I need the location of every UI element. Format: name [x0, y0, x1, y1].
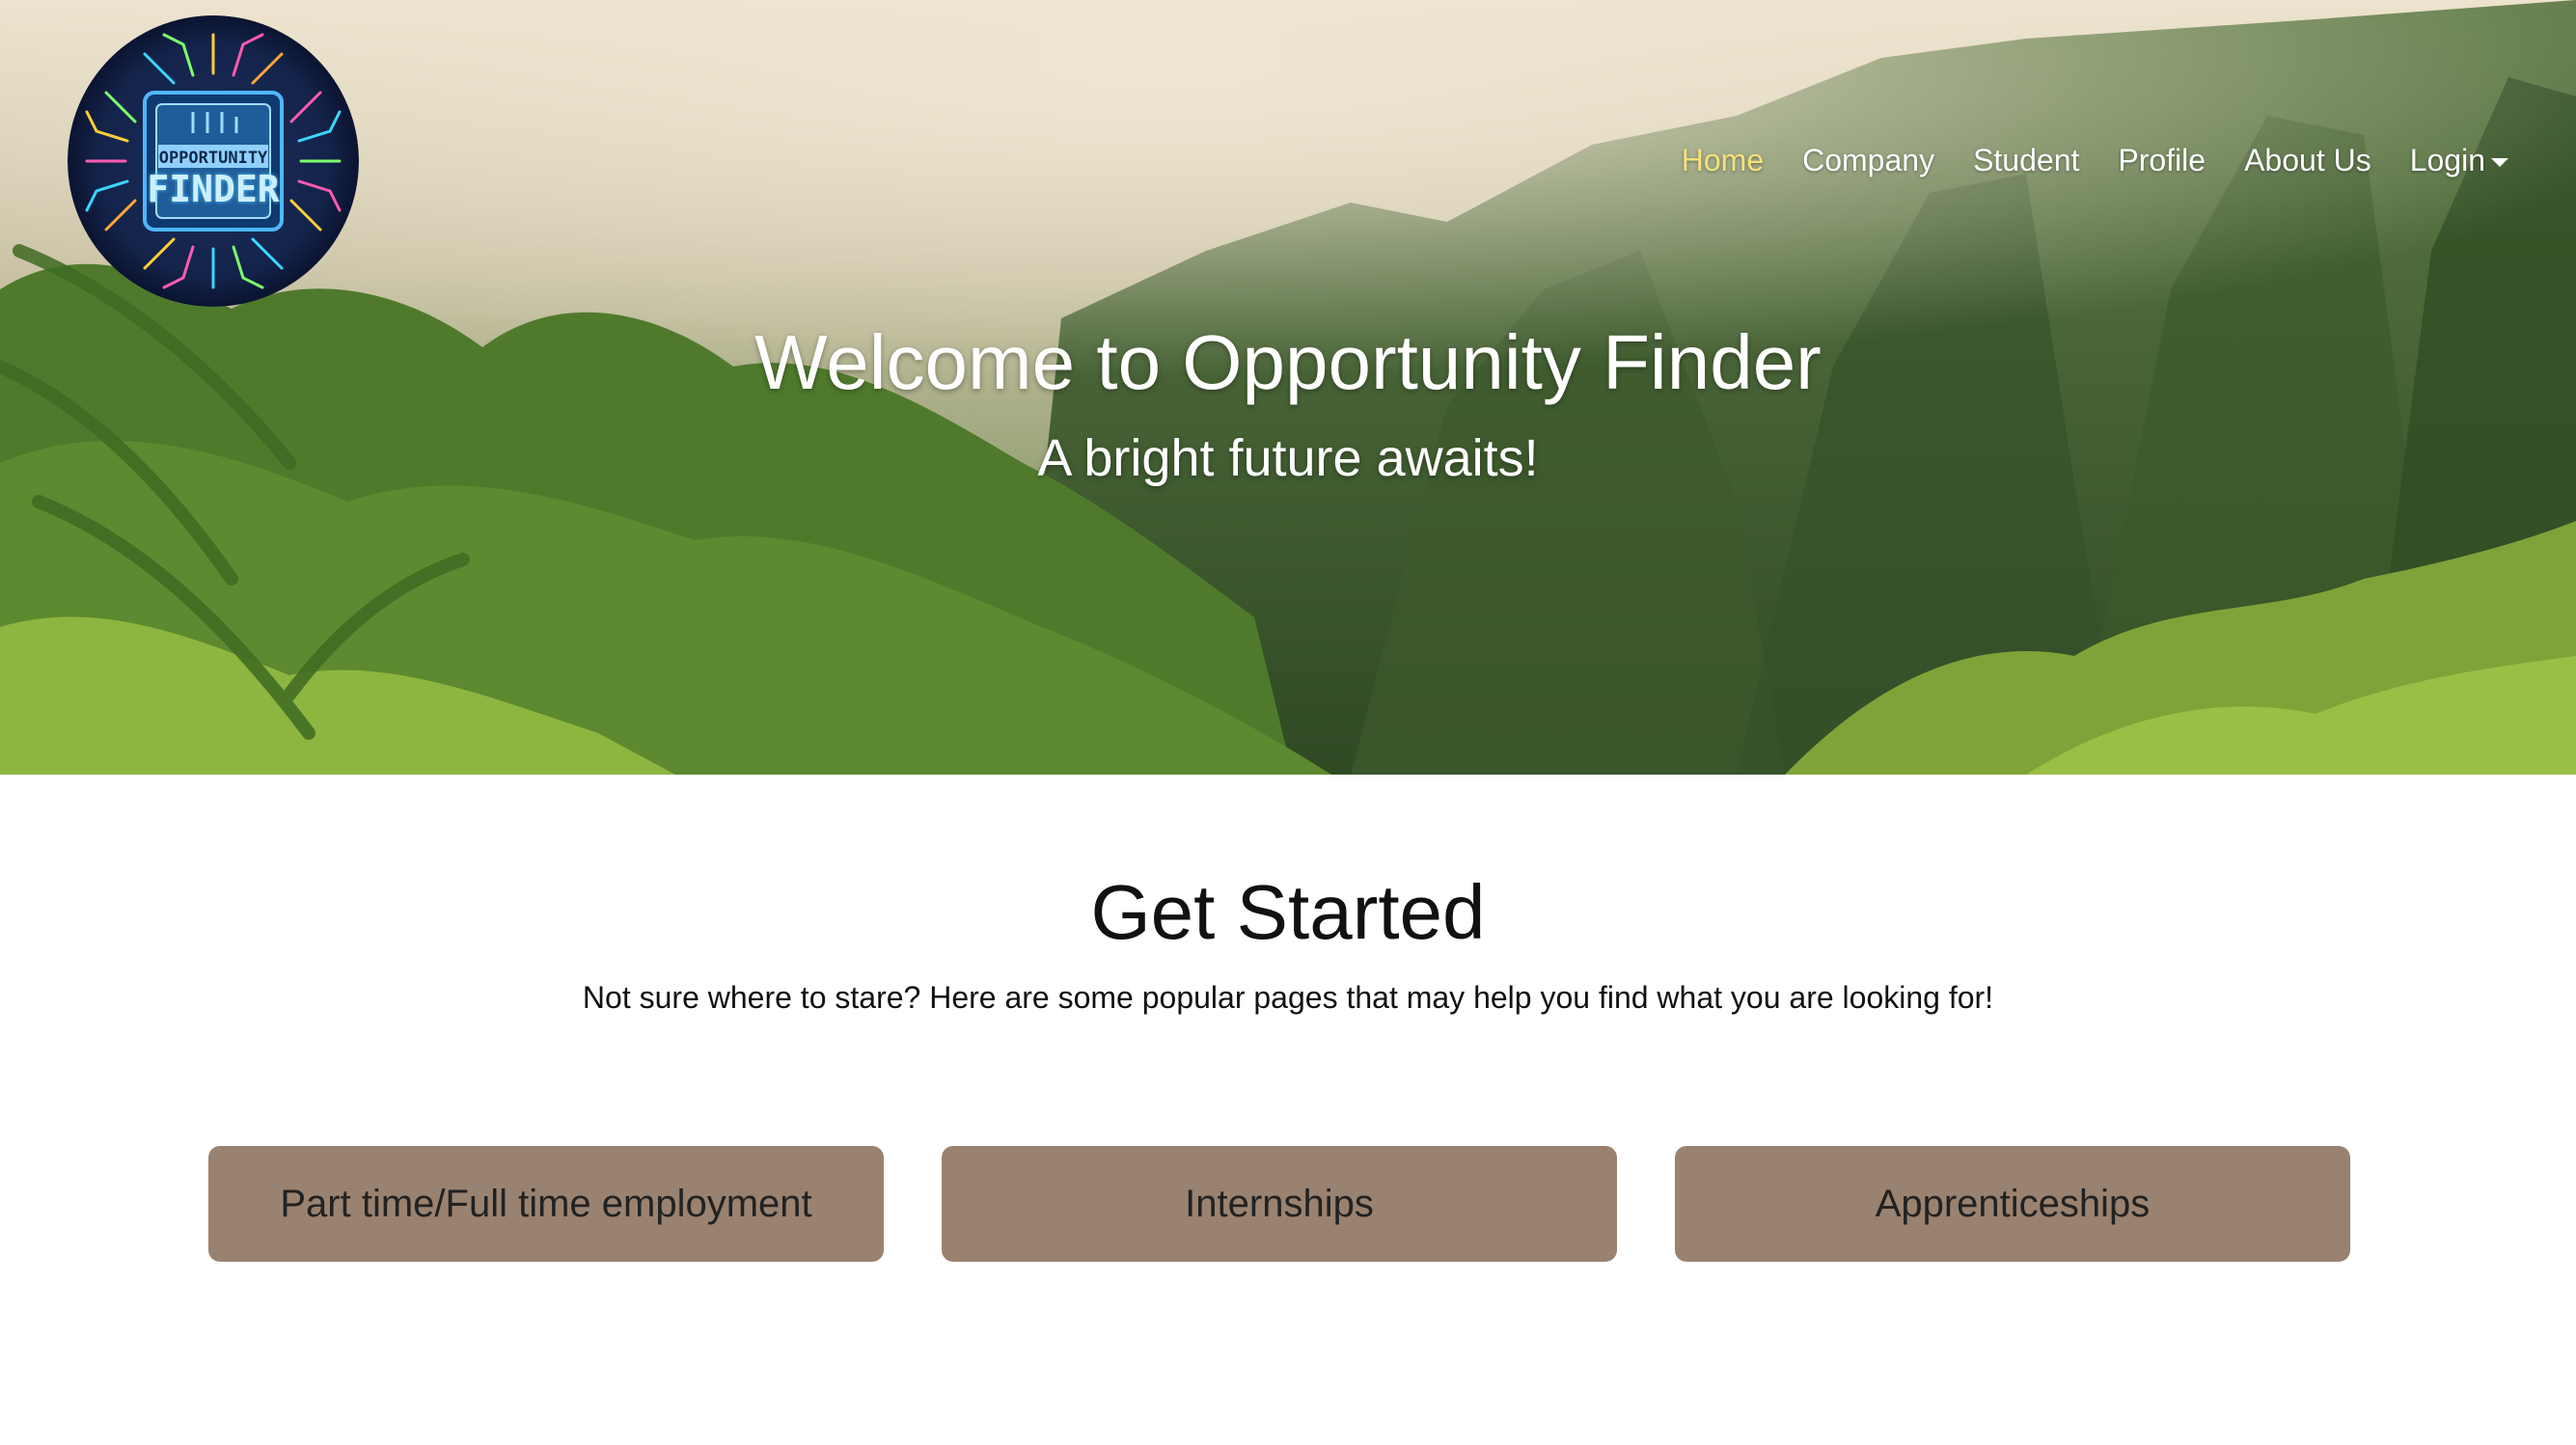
get-started-description: Not sure where to stare? Here are some p…	[582, 980, 1994, 1015]
hero-title: Welcome to Opportunity Finder	[754, 319, 1822, 405]
caret-down-icon	[2491, 157, 2508, 167]
employment-button[interactable]: Part time/Full time employment	[208, 1146, 884, 1262]
nav-profile[interactable]: Profile	[2098, 143, 2225, 178]
site-logo[interactable]: OPPORTUNITY FINDER	[68, 15, 359, 307]
internships-button[interactable]: Internships	[942, 1146, 1617, 1262]
main-nav: Home Company Student Profile About Us Lo…	[1662, 141, 2528, 179]
nav-login-dropdown[interactable]: Login	[2391, 143, 2528, 178]
logo-text-top: OPPORTUNITY	[158, 149, 268, 168]
apprenticeships-button[interactable]: Apprenticeships	[1675, 1146, 2350, 1262]
nav-home[interactable]: Home	[1662, 143, 1783, 178]
nav-login-label: Login	[2409, 142, 2485, 177]
get-started-title: Get Started	[1090, 869, 1486, 955]
nav-student[interactable]: Student	[1954, 143, 2098, 178]
logo-text-bottom: FINDER	[147, 168, 280, 210]
nav-company[interactable]: Company	[1783, 143, 1954, 178]
hero-banner: Welcome to Opportunity Finder A bright f…	[0, 0, 2576, 775]
hero-subtitle: A bright future awaits!	[1037, 429, 1539, 487]
nav-about-us[interactable]: About Us	[2225, 143, 2391, 178]
